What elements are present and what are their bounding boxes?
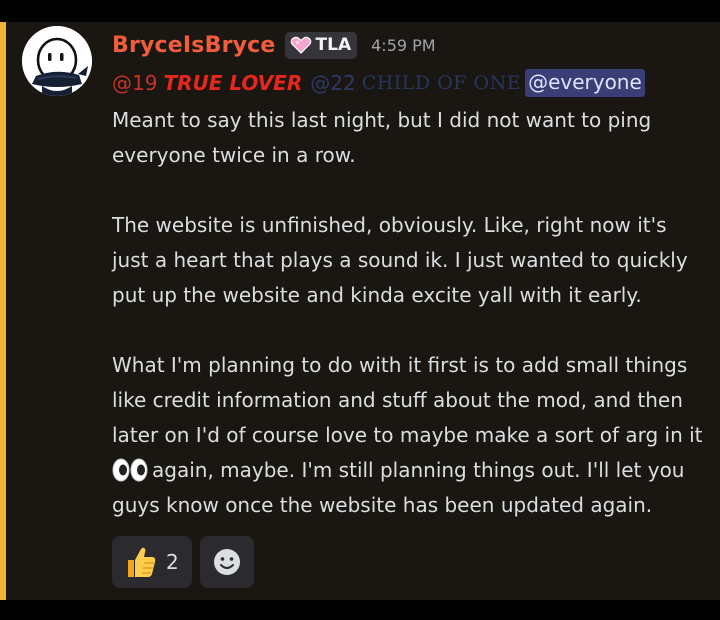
message-paragraph-2: The website is unfinished, obviously. Li…: [112, 208, 712, 313]
text-line: later on I'd of course love to maybe mak…: [112, 423, 703, 447]
avatar[interactable]: [22, 26, 92, 96]
role-mention-true-lover[interactable]: TRUE LOVER: [163, 71, 302, 95]
pink-heart-icon: [290, 36, 311, 54]
role-mention-19[interactable]: @19: [112, 71, 157, 95]
text-line: just a heart that plays a sound ik. I ju…: [112, 248, 688, 272]
text-line: The website is unfinished, obviously. Li…: [112, 213, 667, 237]
message-row: BryceIsBryce TLA 4:59 PM @19 TRUE LOVER …: [0, 22, 720, 600]
message-paragraph-1: Meant to say this last night, but I did …: [112, 103, 712, 173]
add-reaction-icon: [214, 549, 240, 575]
text-line: put up the website and kinda excite yall…: [112, 283, 642, 307]
eyes-emoji-icon: [112, 458, 148, 482]
text-line: again, maybe. I'm still planning things …: [152, 458, 685, 482]
text-line: Meant to say this last night, but I did …: [112, 108, 652, 132]
text-line: everyone twice in a row.: [112, 143, 356, 167]
text-line: guys know once the website has been upda…: [112, 493, 653, 517]
avatar-character-icon: [22, 26, 92, 96]
thumbs-up-reaction[interactable]: 2: [112, 536, 192, 588]
mentions-line: @19 TRUE LOVER @22 CHILD OF ONE @everyon…: [112, 68, 645, 98]
add-reaction-button[interactable]: [200, 536, 254, 588]
highlight-accent-bar: [0, 22, 6, 600]
message-paragraph-3: What I'm planning to do with it first is…: [112, 348, 712, 523]
role-mention-22[interactable]: @22: [310, 71, 355, 95]
author-username[interactable]: BryceIsBryce: [112, 33, 276, 58]
role-mention-child-of-one[interactable]: CHILD OF ONE: [362, 72, 521, 94]
server-tag-label: TLA: [315, 35, 352, 55]
message-content: Meant to say this last night, but I did …: [112, 103, 712, 523]
everyone-mention[interactable]: @everyone: [525, 69, 645, 97]
message-header: BryceIsBryce TLA 4:59 PM: [112, 30, 436, 60]
text-line: like credit information and stuff about …: [112, 388, 683, 412]
server-tag[interactable]: TLA: [284, 31, 358, 59]
message-timestamp[interactable]: 4:59 PM: [371, 36, 435, 55]
thumbs-up-icon: [128, 547, 156, 577]
reactions-bar: 2: [112, 536, 254, 588]
text-line: What I'm planning to do with it first is…: [112, 353, 688, 377]
reaction-count: 2: [166, 550, 179, 574]
